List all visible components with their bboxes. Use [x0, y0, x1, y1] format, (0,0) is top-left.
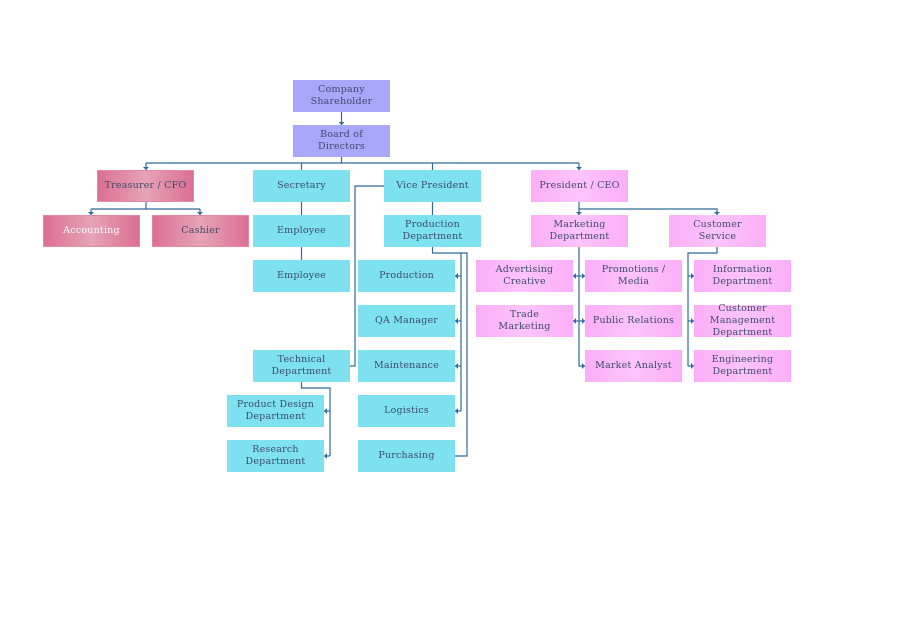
node-analyst[interactable]: Market Analyst	[585, 350, 682, 382]
node-information[interactable]: Information Department	[694, 260, 791, 292]
node-qa[interactable]: QA Manager	[358, 305, 455, 337]
node-president[interactable]: President / CEO	[531, 170, 628, 202]
node-accounting[interactable]: Accounting	[43, 215, 140, 247]
node-technical[interactable]: Technical Department	[253, 350, 350, 382]
node-pr[interactable]: Public Relations	[585, 305, 682, 337]
node-purchasing[interactable]: Purchasing	[358, 440, 455, 472]
node-productdesign[interactable]: Product Design Department	[227, 395, 324, 427]
node-trade[interactable]: Trade Marketing	[476, 305, 573, 337]
node-employee1[interactable]: Employee	[253, 215, 350, 247]
node-engineering[interactable]: Engineering Department	[694, 350, 791, 382]
arrowhead	[455, 273, 458, 279]
arrowhead	[455, 363, 458, 369]
node-research[interactable]: Research Department	[227, 440, 324, 472]
node-logistics[interactable]: Logistics	[358, 395, 455, 427]
node-shareholder[interactable]: Company Shareholder	[293, 80, 390, 112]
node-promotions[interactable]: Promotions / Media	[585, 260, 682, 292]
org-chart: Company Shareholder Board of Directors Tre…	[0, 0, 900, 636]
arrowhead	[455, 318, 458, 324]
node-customerservice[interactable]: Customer Service	[669, 215, 766, 247]
node-cashier[interactable]: Cashier	[152, 215, 249, 247]
arrowhead	[573, 273, 576, 279]
node-board[interactable]: Board of Directors	[293, 125, 390, 157]
arrowhead	[573, 318, 576, 324]
arrowhead	[455, 408, 458, 414]
node-advertising[interactable]: Advertising Creative	[476, 260, 573, 292]
arrowhead	[324, 453, 327, 459]
node-maintenance[interactable]: Maintenance	[358, 350, 455, 382]
node-vp[interactable]: Vice President	[384, 170, 481, 202]
node-treasurer[interactable]: Treasurer / CFO	[97, 170, 194, 202]
node-production[interactable]: Production	[358, 260, 455, 292]
node-employee2[interactable]: Employee	[253, 260, 350, 292]
node-custmgmt[interactable]: Customer Management Department	[694, 303, 791, 338]
node-proddept[interactable]: Production Department	[384, 215, 481, 247]
arrowhead	[324, 408, 327, 414]
node-marketing[interactable]: Marketing Department	[531, 215, 628, 247]
node-secretary[interactable]: Secretary	[253, 170, 350, 202]
